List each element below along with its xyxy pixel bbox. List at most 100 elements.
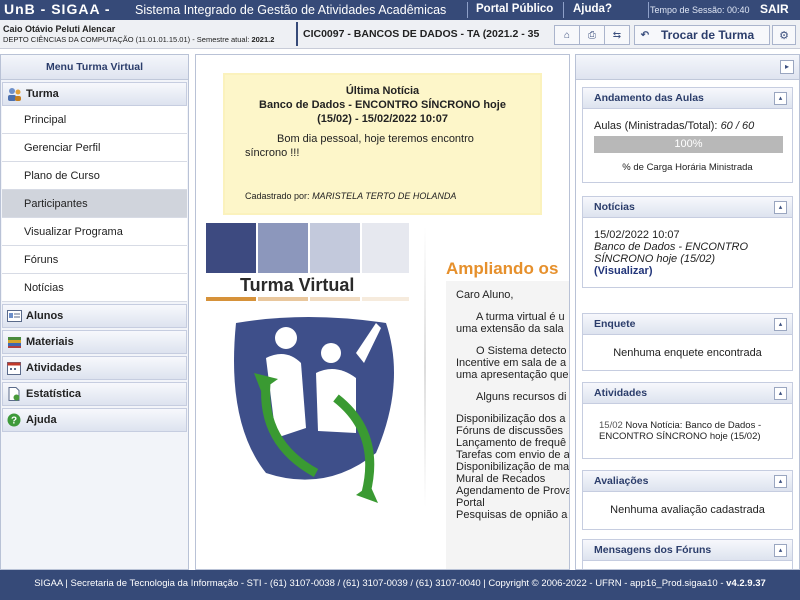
session-timer: Tempo de Sessão: 00:40 <box>650 5 750 15</box>
turma-virtual-logo: Turma Virtual <box>206 223 416 513</box>
panel-title: Enquete <box>594 318 636 330</box>
collapse-sidebar-button[interactable]: ▸ <box>780 60 794 74</box>
andamento-row: Aulas (Ministradas/Total): 60 / 60 <box>594 120 754 132</box>
panel-header: Andamento das Aulas ▴ <box>583 88 792 109</box>
collapse-panel-button[interactable]: ▴ <box>774 318 787 331</box>
chevron-right-icon: ▸ <box>784 62 789 71</box>
brand-title: UnB - SIGAA - <box>4 1 111 17</box>
intro-line: O Sistema detecto <box>476 345 567 357</box>
chevron-up-icon: ▴ <box>778 95 783 102</box>
menu-section-materiais[interactable]: Materiais <box>2 330 187 354</box>
svg-text:?: ? <box>11 416 17 427</box>
progress-bar: 100% <box>594 136 783 153</box>
enquete-empty-text: Nenhuma enquete encontrada <box>613 347 762 359</box>
help-link[interactable]: Ajuda? <box>573 3 612 15</box>
menu-item-visualizar-programa[interactable]: Visualizar Programa <box>2 218 187 246</box>
activity-date: 15/02 <box>599 420 623 431</box>
andamento-label: Aulas (Ministradas/Total): <box>594 120 718 132</box>
intro-line: Caro Aluno, <box>456 289 514 301</box>
menu-item-gerenciar-perfil[interactable]: Gerenciar Perfil <box>2 134 187 162</box>
swap-arrows-icon: ⇆ <box>612 29 622 41</box>
panel-noticias: Notícias ▴ 15/02/2022 10:07 Banco de Dad… <box>582 196 793 288</box>
department-text: DEPTO CIÊNCIAS DA COMPUTAÇÃO (11.01.01.1… <box>3 35 250 44</box>
footer-version: v4.2.9.37 <box>726 578 766 589</box>
print-icon: ⎙ <box>588 29 596 41</box>
collapse-panel-button[interactable]: ▴ <box>774 544 787 557</box>
activity-item[interactable]: 15/02 Nova Notícia: Banco de Dados - ENC… <box>599 420 779 442</box>
collapse-panel-button[interactable]: ▴ <box>774 475 787 488</box>
menu-item-plano-de-curso[interactable]: Plano de Curso <box>2 162 187 190</box>
news-item: 15/02/2022 10:07 Banco de Dados - ENCONT… <box>594 229 784 277</box>
news-headline-line2: (15/02) - 15/02/2022 10:07 <box>317 113 448 125</box>
left-menu: Menu Turma Virtual Turma Principal Gerenc… <box>0 54 189 570</box>
progress-caption: % de Carga Horária Ministrada <box>622 162 753 173</box>
chevron-up-icon: ▴ <box>778 204 783 211</box>
menu-section-label: Ajuda <box>26 414 57 426</box>
activity-text: Nova Notícia: Banco de Dados - ENCONTRO … <box>599 420 762 442</box>
intro-line: Disponibilização dos a <box>456 413 566 425</box>
menu-section-label: Turma <box>26 88 59 100</box>
intro-line: Agendamento de Prova <box>456 485 570 497</box>
trocar-turma-label: Trocar de Turma <box>661 28 755 42</box>
news-footer-label: Cadastrado por: <box>245 191 310 201</box>
settings-button[interactable]: ⚙ <box>772 25 796 45</box>
home-button[interactable]: ⌂ <box>555 26 580 44</box>
collapse-panel-button[interactable]: ▴ <box>774 201 787 214</box>
current-semester: 2021.2 <box>251 35 275 44</box>
logout-link[interactable]: SAIR <box>760 2 789 16</box>
trocar-turma-button[interactable]: ↶ Trocar de Turma <box>634 25 770 45</box>
menu-item-participantes[interactable]: Participantes <box>2 190 187 218</box>
news-item-date: 15/02/2022 10:07 <box>594 229 680 241</box>
student-card-icon <box>6 309 22 323</box>
menu-section-turma[interactable]: Turma <box>2 82 187 106</box>
intro-line: Pesquisas de opnião a <box>456 509 568 521</box>
people-icon <box>6 87 22 101</box>
news-title: Última Notícia <box>345 85 420 97</box>
panel-title: Atividades <box>594 387 648 399</box>
menu-title: Menu Turma Virtual <box>1 55 188 80</box>
panel-andamento: Andamento das Aulas ▴ Aulas (Ministradas… <box>582 87 793 183</box>
panel-header: Avaliações ▴ <box>583 471 792 492</box>
news-body-line2: síncrono !!! <box>245 147 300 159</box>
intro-line: Incentive em sala de a <box>456 357 567 369</box>
panel-title: Notícias <box>594 201 635 213</box>
portal-publico-link[interactable]: Portal Público <box>476 3 553 15</box>
panel-title: Andamento das Aulas <box>594 92 704 104</box>
help-icon: ? <box>6 413 22 427</box>
intro-line: uma extensão da sala <box>456 323 564 335</box>
news-author: MARISTELA TERTO DE HOLANDA <box>312 191 457 201</box>
gear-icon: ⚙ <box>779 29 789 42</box>
menu-item-foruns[interactable]: Fóruns <box>2 246 187 274</box>
menu-section-atividades[interactable]: Atividades <box>2 356 187 380</box>
panel-enquete: Enquete ▴ Nenhuma enquete encontrada <box>582 313 793 371</box>
switch-button[interactable]: ⇆ <box>605 26 629 44</box>
intro-line: uma apresentação que <box>456 369 569 381</box>
menu-section-ajuda[interactable]: ? Ajuda <box>2 408 187 432</box>
calendar-icon <box>6 361 22 375</box>
collapse-panel-button[interactable]: ▴ <box>774 92 787 105</box>
menu-section-estatistica[interactable]: Estatística <box>2 382 187 406</box>
chevron-up-icon: ▴ <box>778 390 783 397</box>
intro-line: Alguns recursos di <box>476 391 567 403</box>
user-info-bar: Caio Otávio Peluti Alencar DEPTO CIÊNCIA… <box>0 20 800 49</box>
intro-line: Lançamento de frequê <box>456 437 567 449</box>
sidebar-header: ▸ <box>576 55 799 80</box>
toolbar-buttons: ⌂ ⎙ ⇆ <box>554 25 630 45</box>
visualizar-link[interactable]: (Visualizar) <box>594 265 784 277</box>
print-button[interactable]: ⎙ <box>580 26 605 44</box>
panel-title: Avaliações <box>594 475 649 487</box>
menu-item-noticias[interactable]: Notícias <box>2 274 187 302</box>
menu-item-principal[interactable]: Principal <box>2 106 187 134</box>
books-icon <box>6 335 22 349</box>
panel-avaliacoes: Avaliações ▴ Nenhuma avaliação cadastrad… <box>582 470 793 530</box>
menu-section-label: Materiais <box>26 336 74 348</box>
intro-line: A turma virtual é u <box>476 311 565 323</box>
panel-header: Enquete ▴ <box>583 314 792 335</box>
collapse-panel-button[interactable]: ▴ <box>774 387 787 400</box>
chevron-up-icon: ▴ <box>778 547 783 554</box>
panel-atividades: Atividades ▴ 15/02 Nova Notícia: Banco d… <box>582 382 793 459</box>
menu-section-alunos[interactable]: Alunos <box>2 304 187 328</box>
andamento-value: 60 / 60 <box>720 120 755 132</box>
panel-header: Atividades ▴ <box>583 383 792 404</box>
menu-section-label: Atividades <box>26 362 82 374</box>
